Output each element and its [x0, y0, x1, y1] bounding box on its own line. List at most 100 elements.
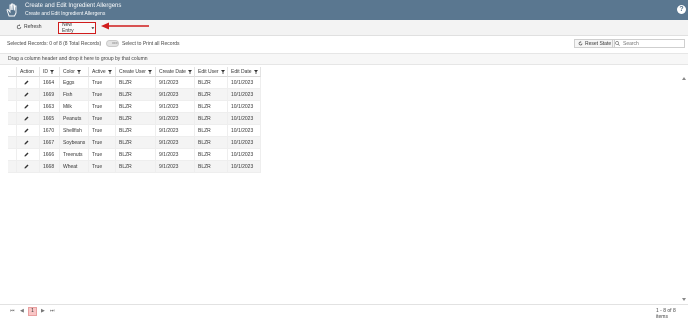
selected-records-text: Selected Records: 0 of 8 (8 Total Record…: [7, 41, 102, 47]
pencil-icon[interactable]: [24, 140, 29, 145]
filter-icon[interactable]: [253, 69, 258, 74]
annotation-arrow: [101, 22, 149, 30]
row-select-cell[interactable]: [8, 125, 17, 137]
new-entry-label: New Entry: [62, 22, 74, 34]
cell-action: [17, 125, 40, 137]
column-header-create-date[interactable]: Create Date: [156, 67, 195, 77]
cell-id: 1668: [40, 161, 60, 173]
first-page-button[interactable]: ⏮: [10, 308, 15, 314]
reset-icon: [578, 41, 583, 46]
vertical-scrollbar[interactable]: [681, 76, 687, 302]
pencil-icon[interactable]: [24, 152, 29, 157]
cell-id: 1664: [40, 77, 60, 89]
row-select-cell[interactable]: [8, 77, 17, 89]
refresh-button[interactable]: Refresh: [16, 24, 42, 30]
column-header-label: Create Date: [159, 68, 186, 75]
column-header-id[interactable]: ID: [40, 67, 60, 77]
filter-icon[interactable]: [147, 69, 152, 74]
row-select-cell[interactable]: [8, 137, 17, 149]
cell-create-date: 9/1/2023: [156, 77, 195, 89]
cell-active: True: [89, 161, 116, 173]
row-select-cell[interactable]: [8, 113, 17, 125]
cell-edit-date: 10/1/2023: [228, 77, 261, 89]
print-all-toggle[interactable]: OFF: [106, 40, 119, 47]
refresh-label: Refresh: [24, 24, 42, 30]
column-header-color[interactable]: Color: [60, 67, 89, 77]
cell-active: True: [89, 89, 116, 101]
help-icon[interactable]: ?: [677, 5, 686, 14]
pencil-icon[interactable]: [24, 80, 29, 85]
cell-action: [17, 101, 40, 113]
cell-active: True: [89, 125, 116, 137]
last-page-button[interactable]: ⏭: [50, 308, 55, 314]
search-input[interactable]: [623, 40, 683, 47]
cell-create-user: BLZR: [116, 149, 156, 161]
cell-create-user: BLZR: [116, 161, 156, 173]
row-select-cell[interactable]: [8, 101, 17, 113]
cell-create-date: 9/1/2023: [156, 101, 195, 113]
cell-edit-user: BLZR: [195, 125, 228, 137]
new-entry-button[interactable]: New Entry: [58, 22, 96, 34]
cell-color: Soybeans: [60, 137, 89, 149]
row-select-cell[interactable]: [8, 149, 17, 161]
cell-edit-user: BLZR: [195, 113, 228, 125]
cell-edit-date: 10/1/2023: [228, 113, 261, 125]
cell-action: [17, 137, 40, 149]
cell-color: Peanuts: [60, 113, 89, 125]
cell-id: 1665: [40, 113, 60, 125]
filter-icon[interactable]: [187, 69, 192, 74]
cell-action: [17, 161, 40, 173]
group-hint: Drag a column header and drop it here to…: [8, 56, 148, 62]
cell-action: [17, 113, 40, 125]
filter-icon[interactable]: [220, 69, 225, 74]
filter-icon[interactable]: [76, 69, 81, 74]
cell-active: True: [89, 113, 116, 125]
column-header-active[interactable]: Active: [89, 67, 116, 77]
reset-state-button[interactable]: Reset State: [574, 39, 616, 48]
pencil-icon[interactable]: [24, 92, 29, 97]
column-header-label: Create User: [119, 68, 146, 75]
column-header-action[interactable]: Action: [17, 67, 40, 77]
cell-create-date: 9/1/2023: [156, 149, 195, 161]
cell-edit-user: BLZR: [195, 161, 228, 173]
cell-active: True: [89, 77, 116, 89]
pencil-icon[interactable]: [24, 104, 29, 109]
cell-create-user: BLZR: [116, 113, 156, 125]
pencil-icon[interactable]: [24, 116, 29, 121]
row-select-cell[interactable]: [8, 161, 17, 173]
cell-id: 1670: [40, 125, 60, 137]
page-subtitle: Create and Edit Ingredient Allergens: [25, 11, 106, 17]
filter-icon[interactable]: [50, 69, 54, 74]
pencil-icon[interactable]: [24, 164, 29, 169]
cell-id: 1666: [40, 149, 60, 161]
next-page-button[interactable]: ▶: [41, 308, 45, 314]
column-header-label: Edit User: [198, 68, 219, 75]
cell-edit-date: 10/1/2023: [228, 89, 261, 101]
cell-edit-user: BLZR: [195, 89, 228, 101]
cell-edit-date: 10/1/2023: [228, 149, 261, 161]
select-column-header[interactable]: [8, 67, 17, 77]
column-header-create-user[interactable]: Create User: [116, 67, 156, 77]
hand-icon: [6, 3, 17, 17]
cell-action: [17, 89, 40, 101]
caret-down-icon: [91, 27, 95, 30]
filter-icon[interactable]: [107, 69, 112, 74]
cell-edit-date: 10/1/2023: [228, 101, 261, 113]
prev-page-button[interactable]: ◀: [20, 308, 24, 314]
column-header-edit-date[interactable]: Edit Date: [228, 67, 261, 77]
app-header: Create and Edit Ingredient Allergens Cre…: [0, 0, 688, 20]
cell-active: True: [89, 101, 116, 113]
cell-create-date: 9/1/2023: [156, 125, 195, 137]
cell-create-user: BLZR: [116, 89, 156, 101]
pencil-icon[interactable]: [24, 128, 29, 133]
cell-create-user: BLZR: [116, 137, 156, 149]
column-header-edit-user[interactable]: Edit User: [195, 67, 228, 77]
row-select-cell[interactable]: [8, 89, 17, 101]
cell-create-user: BLZR: [116, 125, 156, 137]
page-button-current[interactable]: 1: [28, 307, 37, 316]
print-all-label: Select to Print all Records: [122, 41, 180, 47]
cell-color: Fish: [60, 89, 89, 101]
refresh-icon: [16, 24, 22, 30]
column-header-label: Active: [92, 68, 106, 75]
column-header-label: Action: [20, 68, 34, 75]
